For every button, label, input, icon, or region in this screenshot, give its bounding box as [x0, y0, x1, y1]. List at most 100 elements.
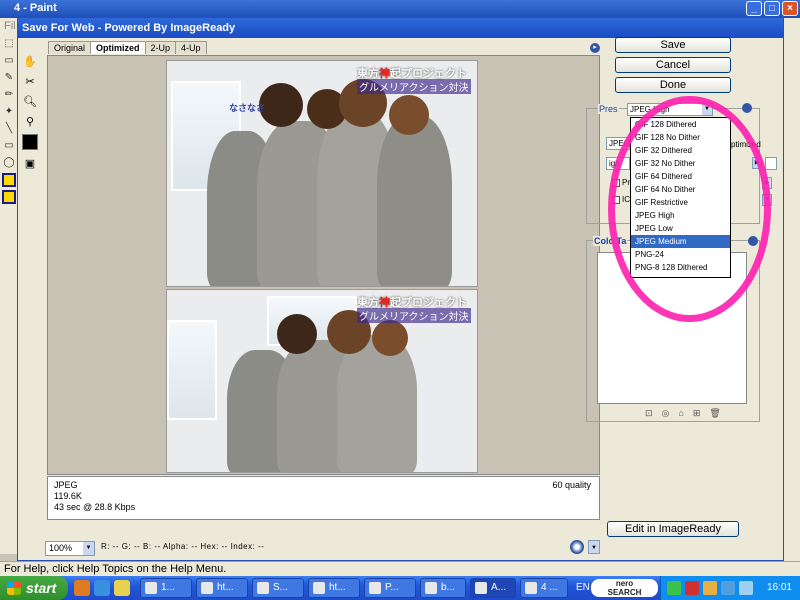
volume-icon[interactable] — [739, 581, 753, 595]
task-button-1[interactable]: 1... — [140, 578, 192, 598]
done-button[interactable]: Done — [615, 77, 731, 93]
web-shift-icon[interactable]: ⊡ — [645, 408, 653, 419]
settings-menu-icon[interactable] — [742, 103, 752, 113]
chevron-down-icon[interactable]: ▼ — [83, 542, 94, 555]
task-button-7[interactable]: A... — [470, 578, 516, 598]
taskbar: start 1... ht... S... ht... P... b... A.… — [0, 576, 800, 600]
dialog-titlebar: Save For Web - Powered By ImageReady — [18, 18, 783, 38]
lock-icon[interactable]: ⌂ — [678, 408, 683, 419]
task-button-6[interactable]: b... — [420, 578, 466, 598]
task-button-3[interactable]: S... — [252, 578, 304, 598]
network-icon[interactable] — [721, 581, 735, 595]
preset-option-gif-128-no-dither[interactable]: GIF 128 No Dither — [631, 131, 730, 144]
close-icon[interactable]: × — [782, 1, 798, 16]
eraser-icon[interactable]: ▭ — [2, 54, 16, 68]
preset-option-jpeg-low[interactable]: JPEG Low — [631, 222, 730, 235]
option-box-1[interactable] — [2, 173, 16, 187]
start-label: start — [26, 580, 57, 596]
preset-option-gif-64-no-dither[interactable]: GIF 64 No Dither — [631, 183, 730, 196]
firefox-icon[interactable] — [74, 580, 90, 596]
image-preview-area[interactable]: 東方神起プロジェクト グルメリアクション対決 なさなさ 東方神起プロジェクト グ… — [47, 55, 600, 475]
quality-extra-field[interactable] — [765, 157, 777, 170]
task-button-8[interactable]: 4 ... — [520, 578, 568, 598]
task-app-icon — [257, 582, 269, 594]
option-box-2[interactable] — [2, 190, 16, 204]
image-watermark: なさなさ — [229, 103, 266, 113]
info-size: 119.6K — [54, 491, 82, 501]
zoom-value: 100% — [49, 543, 73, 553]
preview-image-top: 東方神起プロジェクト グルメリアクション対決 なさなさ — [166, 60, 478, 287]
preset-option-png-8-128-dithered[interactable]: PNG-8 128 Dithered — [631, 261, 730, 274]
preset-label: Pres — [598, 104, 619, 114]
language-indicator[interactable]: EN — [576, 582, 590, 593]
new-color-icon[interactable]: ⊞ — [693, 408, 701, 419]
airbrush-icon[interactable]: ✦ — [2, 105, 16, 119]
ellipse-icon[interactable]: ◯ — [2, 156, 16, 170]
slice-visibility-icon[interactable]: ▣ — [22, 156, 38, 172]
preset-option-gif-64-dithered[interactable]: GIF 64 Dithered — [631, 170, 730, 183]
optimized-checkbox-label[interactable]: ptimized — [731, 140, 761, 149]
edit-in-imageready-button[interactable]: Edit in ImageReady — [607, 521, 739, 537]
matte-chevron-down-icon[interactable]: ▼ — [762, 194, 772, 206]
preview-menu-icon[interactable]: ▸ — [590, 43, 600, 53]
hand-icon[interactable]: ✋ — [22, 54, 38, 70]
eyedropper-icon[interactable]: ⚲ — [22, 114, 38, 130]
folder-icon[interactable] — [114, 580, 130, 596]
arrow-icon[interactable] — [667, 581, 681, 595]
ie-icon[interactable] — [94, 580, 110, 596]
slice-select-icon[interactable]: ✂ — [22, 74, 38, 90]
preset-option-png-24[interactable]: PNG-24 — [631, 248, 730, 261]
tab-4-up[interactable]: 4-Up — [175, 41, 207, 54]
nero-search-box[interactable]: nero SEARCH — [591, 579, 658, 597]
zoom-icon[interactable]: 🔍︎ — [22, 94, 38, 110]
quality-select[interactable]: igh — [606, 157, 630, 170]
rectangle-icon[interactable]: ▭ — [2, 139, 16, 153]
pencil-icon[interactable]: ✏ — [2, 88, 16, 102]
image-subtitle-bottom: グルメリアクション対決 — [357, 308, 471, 323]
icc-box[interactable] — [612, 195, 620, 204]
eyedropper-color-swatch[interactable] — [22, 134, 38, 150]
blur-arrow-icon[interactable]: ▶ — [762, 177, 772, 189]
color-table-tab[interactable]: Colo Ta — [593, 236, 628, 246]
quality-arrow-icon[interactable]: ▶ — [752, 157, 762, 169]
trash-icon[interactable]: 🗑︎ — [709, 408, 720, 419]
cancel-button[interactable]: Cancel — [615, 57, 731, 73]
color-table-menu-icon[interactable] — [748, 236, 758, 246]
preset-option-gif-128-dithered[interactable]: GIF 128 Dithered — [631, 118, 730, 131]
preset-option-jpeg-medium[interactable]: JPEG Medium — [631, 235, 730, 248]
preset-option-gif-32-no-dither[interactable]: GIF 32 No Dither — [631, 157, 730, 170]
zoom-select[interactable]: 100% ▼ — [45, 541, 95, 556]
preset-option-jpeg-high[interactable]: JPEG High — [631, 209, 730, 222]
tray-app-icon-2[interactable] — [703, 581, 717, 595]
paint-scroll-area — [784, 34, 800, 561]
quick-launch — [74, 580, 130, 596]
maximize-icon[interactable]: □ — [764, 1, 780, 16]
minimize-icon[interactable]: _ — [746, 1, 762, 16]
tab-2-up[interactable]: 2-Up — [144, 41, 177, 54]
lock-color-icon[interactable]: ◎ — [662, 408, 670, 419]
paint-menu-file[interactable]: Fil — [4, 20, 16, 32]
tab-optimized[interactable]: Optimized — [90, 41, 146, 54]
tray-app-icon-1[interactable] — [685, 581, 699, 595]
browser-chevron-down-icon[interactable]: ▼ — [588, 540, 600, 554]
paint-status-bar: For Help, click Help Topics on the Help … — [0, 561, 800, 576]
line-icon[interactable]: ╲ — [2, 122, 16, 136]
progressive-box[interactable] — [612, 178, 620, 187]
task-app-icon — [145, 582, 157, 594]
preset-chevron-down-icon[interactable]: ▼ — [702, 104, 712, 115]
preset-select[interactable]: JPEG High ▼ — [627, 103, 713, 116]
save-button[interactable]: Save — [615, 37, 731, 53]
picker-icon[interactable]: ✎ — [2, 71, 16, 85]
start-button[interactable]: start — [0, 576, 68, 600]
task-button-2[interactable]: ht... — [196, 578, 248, 598]
task-button-4[interactable]: ht... — [308, 578, 360, 598]
preset-option-gif-32-dithered[interactable]: GIF 32 Dithered — [631, 144, 730, 157]
task-button-5[interactable]: P... — [364, 578, 416, 598]
optimization-info: JPEG 119.6K 43 sec @ 28.8 Kbps 60 qualit… — [47, 476, 600, 520]
preset-option-gif-restrictive[interactable]: GIF Restrictive — [631, 196, 730, 209]
preview-in-browser-icon[interactable] — [570, 540, 584, 554]
tab-original[interactable]: Original — [48, 41, 92, 54]
free-select-icon[interactable]: ⬚ — [2, 37, 16, 51]
task-label: b... — [441, 582, 455, 593]
format-select[interactable]: JPEG — [606, 137, 630, 150]
